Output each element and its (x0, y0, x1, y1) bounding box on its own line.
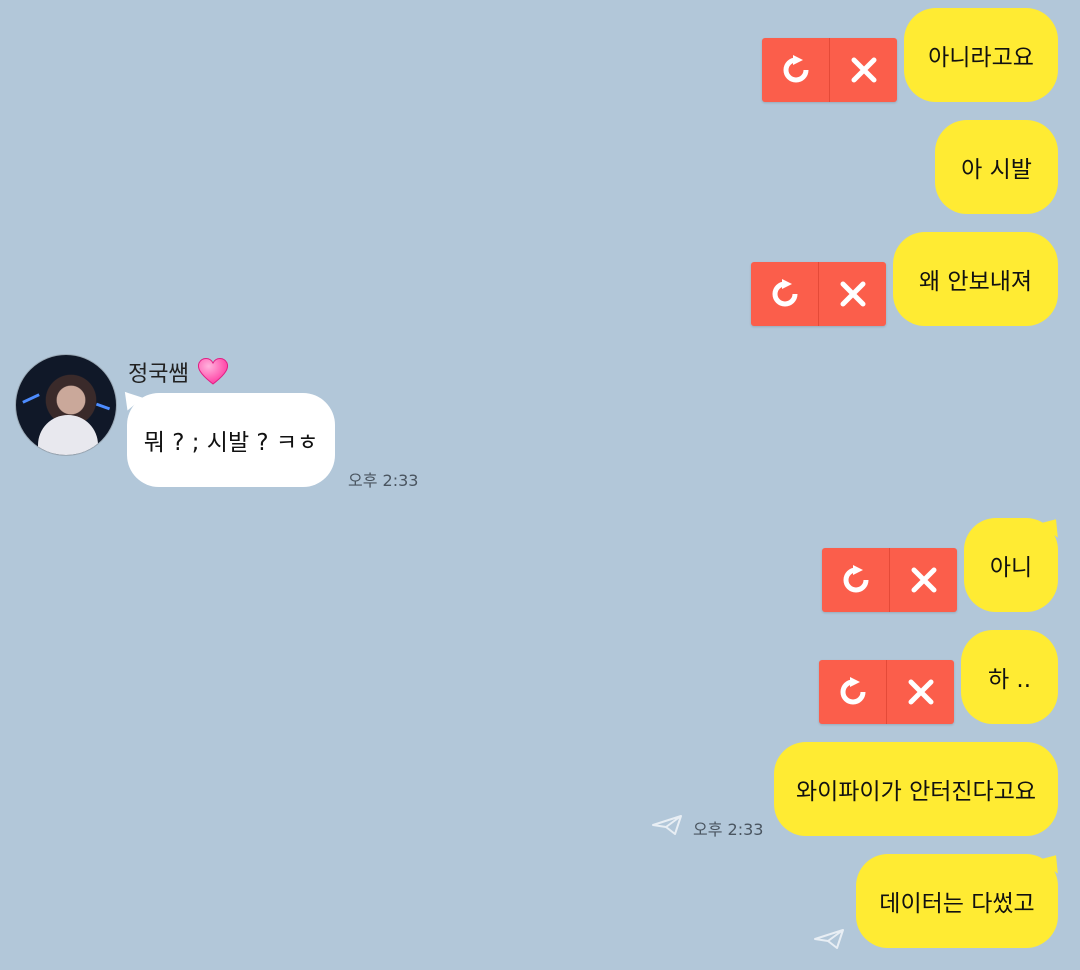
incoming-message-bubble[interactable]: 뭐 ? ; 시발 ? ㅋㅎ (127, 393, 335, 487)
my-message-bubble[interactable]: 아니라고요 (904, 8, 1058, 102)
failed-message-actions (751, 262, 886, 326)
my-message-bubble[interactable]: 와이파이가 안터진다고요 (774, 742, 1058, 836)
close-icon (840, 281, 865, 307)
avatar-figure (38, 415, 98, 455)
failed-message-actions (762, 38, 897, 102)
paper-plane-icon (814, 929, 844, 949)
retry-button[interactable] (762, 38, 830, 102)
my-message-bubble[interactable]: 아니 (964, 518, 1058, 612)
failed-message-actions (822, 548, 957, 612)
avatar-light (95, 402, 111, 411)
delete-button[interactable] (887, 660, 954, 724)
paper-plane-icon (652, 815, 682, 835)
retry-button[interactable] (822, 548, 890, 612)
my-message-bubble[interactable]: 하 .. (961, 630, 1058, 724)
retry-icon (840, 677, 865, 705)
avatar[interactable] (15, 354, 117, 456)
delete-button[interactable] (890, 548, 957, 612)
delete-button[interactable] (830, 38, 897, 102)
message-text: 데이터는 다썼고 (879, 891, 1035, 917)
close-icon (911, 567, 936, 593)
sender-name[interactable]: 정국쌤 (128, 356, 189, 388)
message-text: 왜 안보내져 (918, 269, 1033, 295)
avatar-light (22, 393, 40, 404)
retry-icon (843, 565, 868, 593)
retry-button[interactable] (819, 660, 887, 724)
my-message-bubble[interactable]: 아 시발 (935, 120, 1058, 214)
message-time: 오후 2:33 (348, 471, 419, 490)
delete-button[interactable] (819, 262, 886, 326)
message-time: 오후 2:33 (693, 820, 764, 839)
pink-heart-emoji (197, 358, 229, 385)
message-text: 뭐 ? ; 시발 ? ㅋㅎ (143, 430, 319, 456)
failed-message-actions (819, 660, 954, 724)
close-icon (851, 57, 876, 83)
my-message-bubble[interactable]: 데이터는 다썼고 (856, 854, 1058, 948)
message-text: 아 시발 (961, 157, 1032, 183)
retry-button[interactable] (751, 262, 819, 326)
message-text: 하 .. (987, 667, 1032, 693)
my-message-bubble[interactable]: 왜 안보내져 (893, 232, 1058, 326)
message-text: 아니 (989, 555, 1033, 581)
retry-icon (783, 55, 808, 83)
message-text: 와이파이가 안터진다고요 (795, 779, 1037, 805)
retry-icon (772, 279, 797, 307)
message-text: 아니라고요 (928, 45, 1034, 71)
close-icon (908, 679, 933, 705)
